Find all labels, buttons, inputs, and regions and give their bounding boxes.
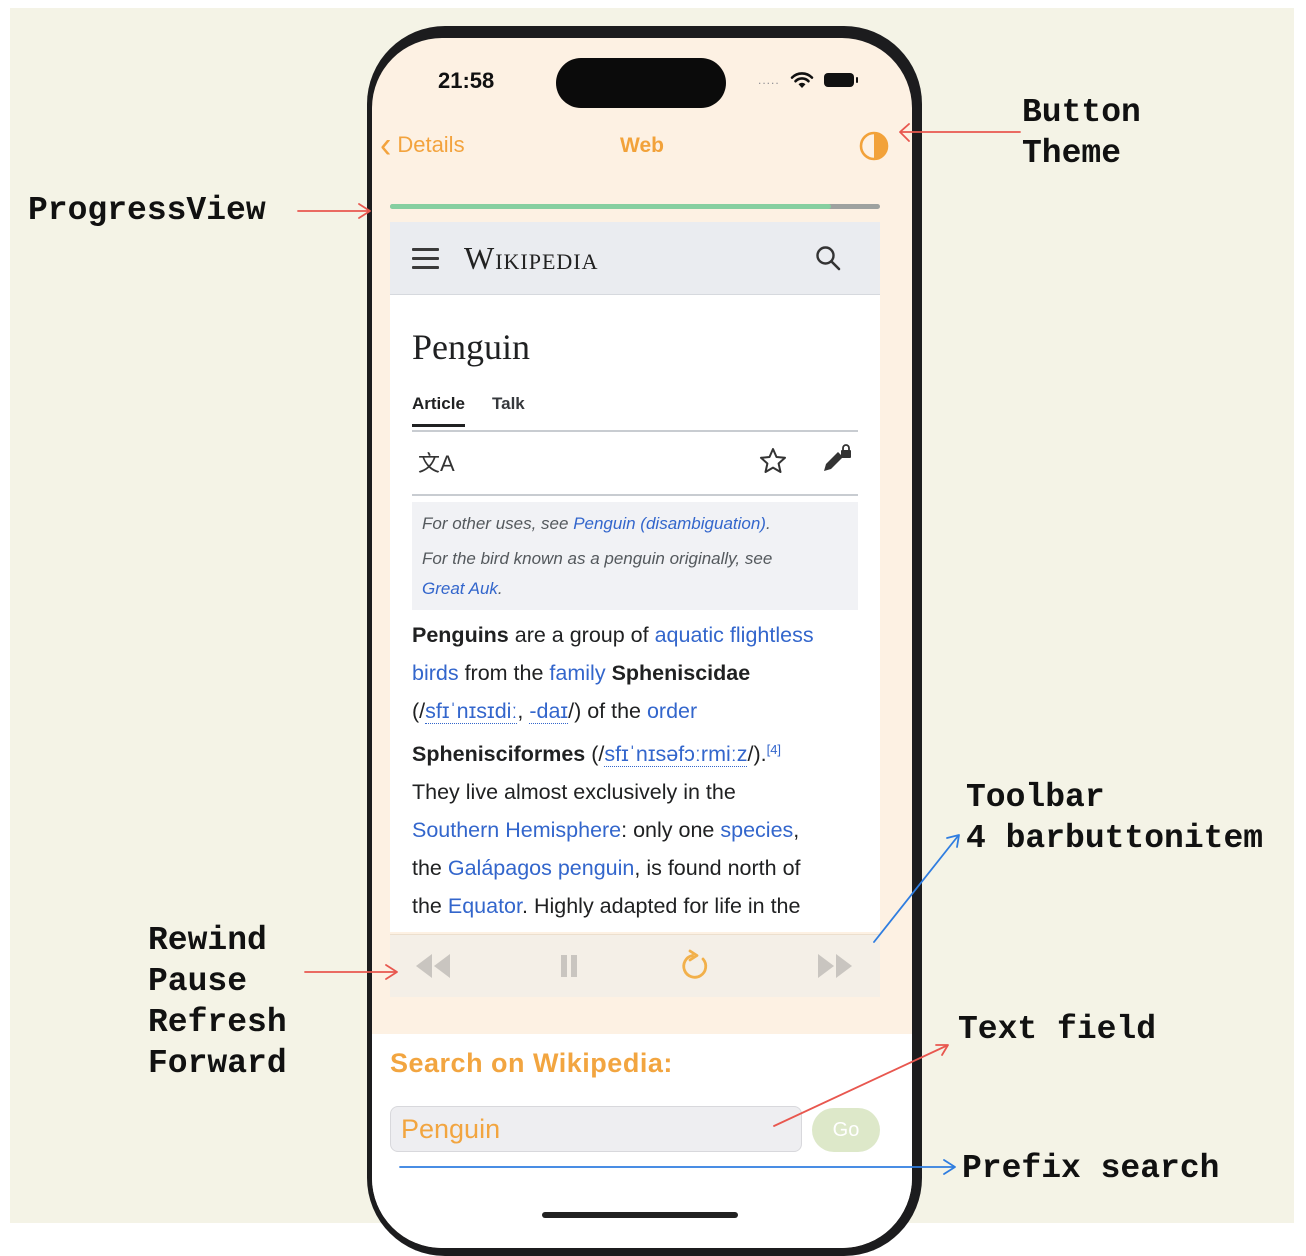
dynamic-island: [556, 58, 726, 108]
body-text: /).: [747, 741, 767, 766]
hatnote-line-1: For other uses, see Penguin (disambiguat…: [422, 514, 771, 534]
hatnote-text: .: [497, 579, 503, 598]
aquatic-link[interactable]: aquatic: [655, 623, 724, 647]
search-input[interactable]: [390, 1106, 802, 1152]
ipa-link[interactable]: -daɪ: [529, 699, 569, 725]
annotation-text-field: Text field: [958, 1011, 1157, 1048]
search-label: Search on Wikipedia:: [390, 1048, 673, 1078]
divider: [412, 494, 858, 496]
annotation-button-theme: Button Theme: [1022, 94, 1141, 172]
ipa-link[interactable]: sfɪˈnɪsəfɔːrmiːz: [604, 741, 748, 767]
pause-icon[interactable]: [548, 949, 590, 983]
signal-dots: .....: [758, 73, 780, 87]
body-text: (/: [412, 699, 426, 724]
progress-bar: [390, 204, 831, 209]
body-line: (/sfɪˈnɪsɪdiː, -daɪ/) of the order: [412, 692, 864, 730]
bold-term: Sphenisciformes: [412, 741, 586, 766]
go-button[interactable]: Go: [812, 1108, 880, 1152]
body-line: birds from the family Spheniscidae: [412, 654, 864, 692]
search-icon[interactable]: [814, 244, 842, 272]
tab-article[interactable]: Article: [412, 394, 465, 427]
great-auk-link[interactable]: Great Auk: [422, 579, 498, 598]
toolbar: [390, 934, 880, 997]
phone-screen: 21:58 ..... ‹ Details Web Wikipedia Peng…: [372, 38, 912, 1248]
annotation-prefix-search: Prefix search: [962, 1150, 1220, 1187]
bold-term: Penguins: [412, 623, 509, 647]
hamburger-menu-icon[interactable]: [412, 248, 439, 275]
body-line: Penguins are a group of aquatic flightle…: [412, 616, 864, 654]
wiki-header: Wikipedia: [390, 222, 880, 295]
body-line: Southern Hemisphere: only one species,: [412, 811, 864, 849]
disambiguation-link[interactable]: Penguin (disambiguation): [573, 514, 766, 533]
star-icon[interactable]: [758, 446, 788, 476]
flightless-link[interactable]: flightless: [730, 623, 814, 647]
birds-link[interactable]: birds: [412, 661, 459, 685]
family-link[interactable]: family: [549, 661, 605, 685]
body-line: the Galápagos penguin, is found north of: [412, 849, 864, 887]
body-text: ,: [793, 818, 800, 843]
hatnote-line-3: Great Auk.: [422, 579, 503, 599]
refresh-icon[interactable]: [676, 949, 718, 983]
southern-hemisphere-link[interactable]: Southern Hemisphere: [412, 818, 621, 842]
body-text: are a group of: [508, 623, 655, 647]
article-title: Penguin: [412, 327, 531, 367]
ipa-link[interactable]: sfɪˈnɪsɪdiː: [425, 699, 518, 725]
body-text: the: [412, 894, 448, 919]
status-icons: .....: [758, 71, 858, 89]
species-link[interactable]: species: [720, 818, 793, 842]
bold-term: Spheniscidae: [611, 661, 751, 686]
hatnote-text: For other uses, see: [422, 514, 574, 533]
nav-title: Web: [620, 134, 664, 157]
hatnote-text: .: [765, 514, 771, 533]
body-text: the: [412, 856, 448, 881]
rewind-icon[interactable]: [412, 949, 454, 983]
hatnote-line-2: For the bird known as a penguin original…: [422, 549, 773, 568]
equator-link[interactable]: Equator: [448, 894, 522, 918]
galapagos-penguin-link[interactable]: Galápagos penguin: [448, 856, 635, 880]
home-indicator: [542, 1212, 738, 1218]
edit-lock-icon[interactable]: [820, 444, 852, 474]
tab-talk[interactable]: Talk: [492, 394, 525, 414]
language-icon[interactable]: 文A: [418, 446, 455, 478]
body-text: from the: [458, 661, 550, 686]
body-text: , is found north of: [634, 856, 801, 881]
hatnote: For other uses, see Penguin (disambiguat…: [412, 502, 858, 610]
body-text: (/: [585, 741, 605, 766]
web-view[interactable]: Wikipedia Penguin Article Talk 文A For ot…: [390, 222, 880, 932]
body-text: : only one: [621, 818, 721, 843]
order-link[interactable]: order: [647, 699, 697, 723]
body-text: /) of the: [568, 699, 647, 724]
annotation-controls: Rewind Pause Refresh Forward: [148, 922, 287, 1082]
body-line: Sphenisciformes (/sfɪˈnɪsəfɔːrmiːz/).[4]: [412, 731, 864, 773]
forward-icon[interactable]: [814, 949, 856, 983]
status-time: 21:58: [438, 68, 495, 93]
theme-button[interactable]: [859, 131, 889, 161]
body-line: They live almost exclusively in the: [412, 779, 736, 804]
body-text: . Highly adapted for life in the: [522, 894, 801, 919]
body-line: the Equator. Highly adapted for life in …: [412, 887, 864, 925]
wikipedia-logo[interactable]: Wikipedia: [464, 240, 599, 277]
article-tabs: Article Talk: [412, 394, 858, 432]
annotation-toolbar: Toolbar 4 barbuttonitem: [966, 779, 1264, 857]
annotation-progressview: ProgressView: [28, 192, 266, 229]
reference-link[interactable]: [4]: [767, 742, 781, 757]
article-body: Penguins are a group of aquatic flightle…: [412, 616, 864, 926]
wifi-icon: [790, 72, 813, 88]
battery-icon: [823, 73, 858, 87]
body-text: ,: [517, 699, 530, 724]
